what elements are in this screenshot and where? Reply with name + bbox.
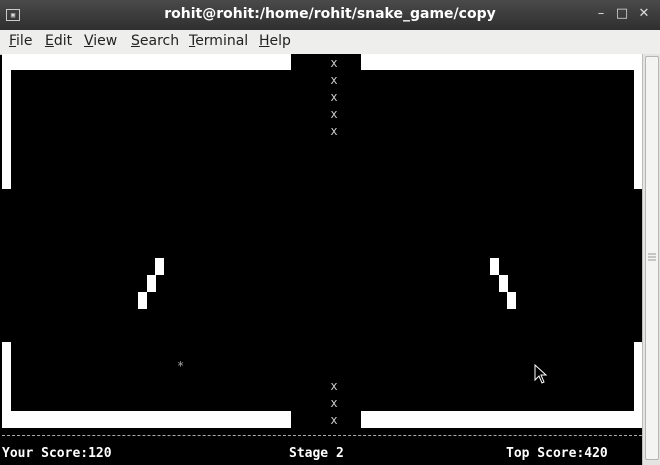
wall-bottom-left [2, 411, 291, 428]
minimize-icon[interactable]: – [593, 6, 609, 22]
snake-segment [507, 292, 516, 309]
grip-icon [648, 253, 656, 261]
wall-top-left [2, 54, 291, 70]
menu-edit[interactable]: Edit [45, 33, 72, 49]
title-bar[interactable]: ▣ rohit@rohit:/home/rohit/snake_game/cop… [0, 0, 660, 30]
mouse-pointer-icon [534, 364, 548, 384]
obstacle-x: x [330, 379, 338, 393]
obstacle-x: x [330, 90, 338, 104]
snake-segment [490, 258, 499, 275]
window-title: rohit@rohit:/home/rohit/snake_game/copy [164, 6, 496, 22]
wall-top-right [361, 54, 642, 70]
wall-left-upper [2, 54, 11, 189]
terminal-area[interactable]: x x x x x x x x * Your Score:120 Stage 2… [2, 54, 642, 465]
obstacle-x: x [330, 56, 338, 70]
obstacle-x: x [330, 107, 338, 121]
menu-help[interactable]: Help [259, 33, 291, 49]
your-score: Your Score:120 [2, 446, 112, 461]
wall-right-lower [634, 342, 642, 428]
food-item: * [177, 359, 185, 373]
obstacle-x: x [330, 73, 338, 87]
snake-segment [499, 275, 508, 292]
obstacle-x: x [330, 124, 338, 138]
obstacle-x: x [330, 396, 338, 410]
wall-right-upper [634, 54, 642, 189]
snake-segment [147, 275, 156, 292]
wall-left-lower [2, 342, 11, 428]
maximize-icon[interactable]: □ [614, 6, 630, 22]
snake-segment [138, 292, 147, 309]
scrollbar[interactable] [642, 54, 660, 465]
close-icon[interactable]: ✕ [636, 6, 652, 22]
wall-bottom-right [361, 411, 642, 428]
status-divider [2, 435, 642, 436]
stage-label: Stage 2 [289, 446, 344, 461]
top-score: Top Score:420 [506, 446, 608, 461]
menu-view[interactable]: View [84, 33, 117, 49]
obstacle-x: x [330, 413, 338, 427]
menu-bar: File Edit View Search Terminal Help [0, 30, 660, 55]
snake-segment [155, 258, 164, 275]
menu-file[interactable]: File [9, 33, 32, 49]
menu-search[interactable]: Search [131, 33, 179, 49]
menu-terminal[interactable]: Terminal [189, 33, 248, 49]
